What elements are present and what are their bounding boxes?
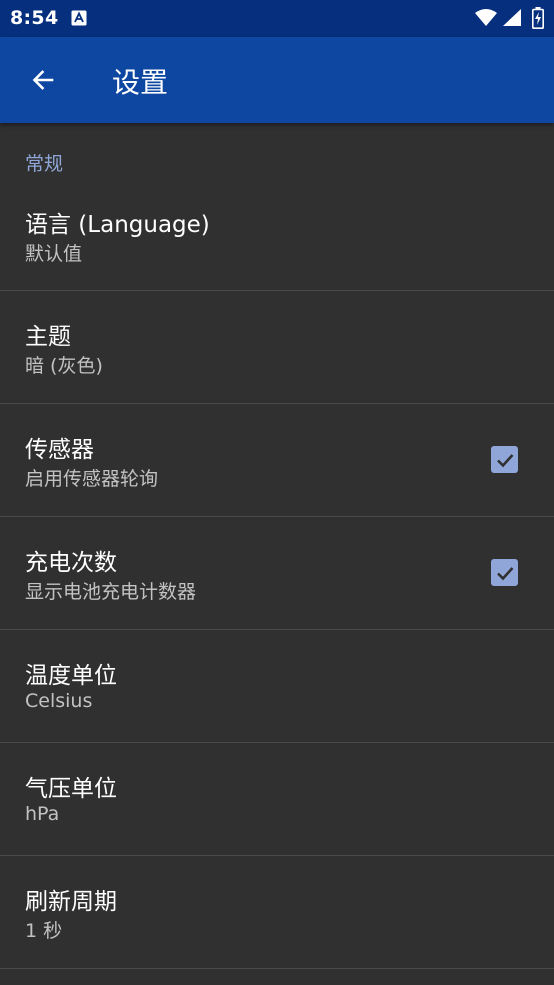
pref-summary: 显示电池充电计数器 <box>25 581 197 603</box>
pref-summary: 暗 (灰色) <box>25 355 103 377</box>
pref-charge-count[interactable]: 充电次数 显示电池充电计数器 <box>0 517 554 630</box>
pref-temperature-unit[interactable]: 温度单位 Celsius <box>0 630 554 743</box>
pref-summary: 默认值 <box>25 243 83 265</box>
pref-language[interactable]: 语言 (Language) 默认值 <box>0 177 554 291</box>
category-header: 常规 <box>25 153 64 175</box>
pref-summary: 启用传感器轮询 <box>25 468 159 490</box>
app-bar: 设置 <box>0 37 554 123</box>
signal-icon <box>503 9 521 30</box>
back-button[interactable] <box>22 59 64 101</box>
arrow-back-icon <box>32 70 54 90</box>
pref-title: 充电次数 <box>25 550 117 576</box>
status-bar: 8:54 <box>0 0 554 37</box>
pref-title: 语言 (Language) <box>25 212 210 238</box>
charge-count-checkbox[interactable] <box>491 559 518 586</box>
wifi-icon <box>475 8 497 30</box>
pref-title: 气压单位 <box>25 776 117 802</box>
pref-summary: Celsius <box>25 690 93 712</box>
pref-refresh-period[interactable]: 刷新周期 1 秒 <box>0 856 554 969</box>
page-title: 设置 <box>112 66 169 99</box>
pref-summary: hPa <box>25 803 60 825</box>
pref-title: 温度单位 <box>25 663 117 689</box>
pref-title: 主题 <box>25 324 71 350</box>
notification-a-icon <box>71 10 87 30</box>
pref-title: 传感器 <box>25 437 94 463</box>
status-time: 8:54 <box>10 7 59 29</box>
battery-charging-icon <box>532 7 544 33</box>
sensors-checkbox[interactable] <box>491 446 518 473</box>
pref-theme[interactable]: 主题 暗 (灰色) <box>0 291 554 404</box>
pref-sensors[interactable]: 传感器 启用传感器轮询 <box>0 404 554 517</box>
checkmark-icon <box>496 453 513 467</box>
checkmark-icon <box>496 566 513 580</box>
pref-pressure-unit[interactable]: 气压单位 hPa <box>0 743 554 856</box>
pref-summary: 1 秒 <box>25 920 63 942</box>
settings-list: 常规 语言 (Language) 默认值 主题 暗 (灰色) 传感器 启用传感器… <box>0 123 554 969</box>
pref-title: 刷新周期 <box>25 889 117 915</box>
